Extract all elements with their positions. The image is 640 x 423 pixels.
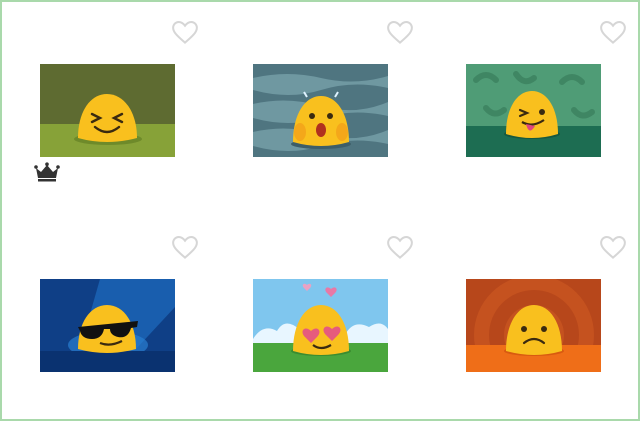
favorite-heart-icon[interactable]	[170, 232, 200, 262]
favorite-heart-icon[interactable]	[385, 17, 415, 47]
favorite-heart-icon[interactable]	[170, 17, 200, 47]
sticker-thumbnail-cool-sunglasses[interactable]	[40, 279, 175, 372]
favorite-heart-icon[interactable]	[385, 232, 415, 262]
sticker-grid-panel	[0, 0, 640, 421]
sticker-thumbnail-heart-eyes[interactable]	[253, 279, 388, 372]
sticker-thumbnail-sad-face[interactable]	[466, 279, 601, 372]
crown-icon	[34, 162, 60, 182]
favorite-heart-icon[interactable]	[598, 17, 628, 47]
sticker-cell-sad-face	[428, 217, 640, 423]
sticker-thumbnail-winking-tongue[interactable]	[466, 64, 601, 157]
sticker-cell-grinning-squint	[2, 2, 215, 208]
sticker-cell-shocked-face	[215, 2, 428, 208]
sticker-cell-winking-tongue	[428, 2, 640, 208]
sticker-cell-cool-sunglasses	[2, 217, 215, 423]
sticker-cell-heart-eyes	[215, 217, 428, 423]
sticker-thumbnail-shocked-face[interactable]	[253, 64, 388, 157]
favorite-heart-icon[interactable]	[598, 232, 628, 262]
sticker-thumbnail-grinning-squint[interactable]	[40, 64, 175, 157]
